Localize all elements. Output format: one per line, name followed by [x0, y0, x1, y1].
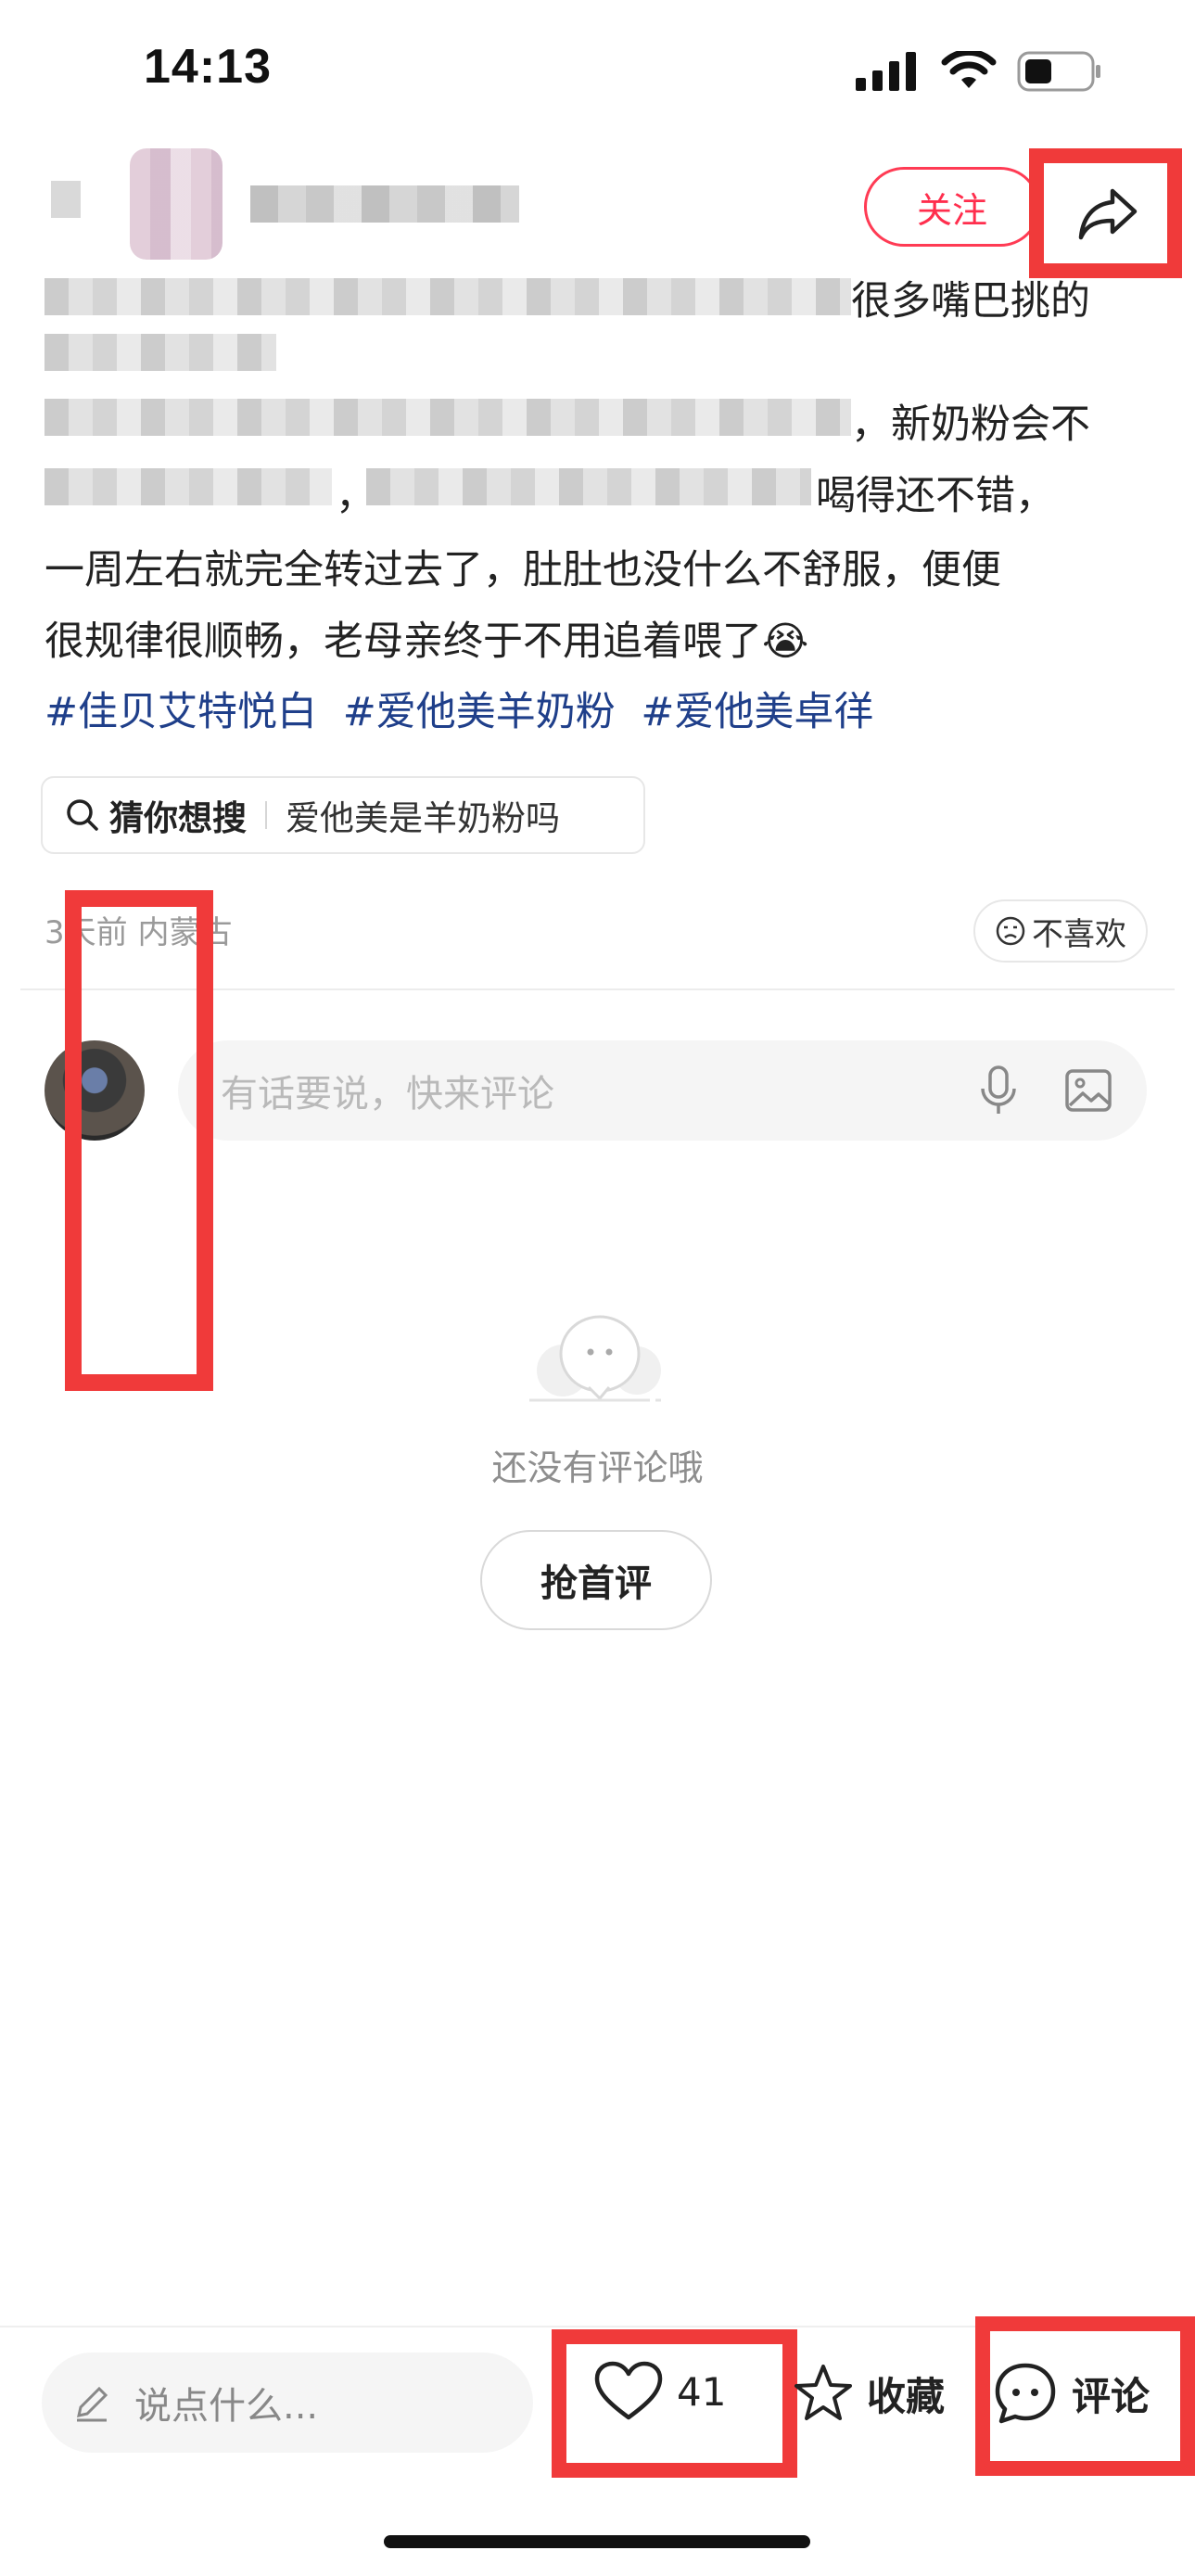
dislike-label: 不喜欢 [1032, 915, 1126, 953]
post-text-line5: 一周左右就完全转过去了，肚肚也没什么不舒服，便便 [44, 547, 1001, 593]
blurred-text [44, 278, 851, 315]
signal-icon [856, 52, 916, 91]
blurred-back-area [51, 181, 81, 218]
suggestion-title: 猜你想搜 [109, 798, 247, 838]
highlight-box-vertical [65, 890, 213, 1391]
status-time: 14:13 [144, 40, 272, 94]
hashtag[interactable]: #爱他美卓徉 [641, 689, 873, 735]
post-text-line1-tail: 很多嘴巴挑的 [851, 278, 1090, 325]
image-icon[interactable] [1064, 1068, 1112, 1113]
chat-bubble-icon [529, 1315, 667, 1402]
collect-button[interactable]: 收藏 [793, 2363, 945, 2424]
pencil-icon [77, 2386, 108, 2422]
suggestion-query: 爱他美是羊奶粉吗 [286, 798, 560, 838]
collect-label: 收藏 [867, 2373, 946, 2419]
wifi-icon [941, 51, 997, 88]
post-text-line3-tail: ，新奶粉会不 [851, 402, 1090, 448]
dislike-button[interactable]: 不喜欢 [973, 899, 1148, 963]
dislike-face-icon [996, 916, 1025, 946]
blurred-text [44, 334, 276, 371]
mic-icon[interactable] [975, 1065, 1022, 1116]
blurred-text [44, 468, 332, 505]
post-text-line6: 很规律很顺畅，老母亲终于不用追着喂了😭 [44, 618, 809, 665]
suggestion-divider [265, 801, 267, 829]
battery-icon [1017, 51, 1100, 92]
say-input-placeholder: 说点什么... [134, 2385, 319, 2428]
status-icons [856, 48, 1102, 95]
author-name-blurred[interactable] [250, 185, 519, 223]
status-bar: 14:13 [0, 0, 1195, 139]
search-suggestion-chip[interactable]: 猜你想搜 爱他美是羊奶粉吗 [41, 776, 645, 854]
author-avatar[interactable] [130, 148, 222, 260]
first-comment-button[interactable]: 抢首评 [480, 1530, 712, 1630]
post-text-line4-tail: 喝得还不错， [816, 473, 1055, 519]
share-highlight-box [1029, 148, 1182, 278]
empty-comments-text: 还没有评论哦 [491, 1447, 704, 1488]
say-something-input[interactable]: 说点什么... [42, 2353, 533, 2453]
highlight-box-comment [975, 2316, 1195, 2476]
blurred-text [44, 399, 851, 436]
blurred-text [366, 468, 811, 505]
note-detail-page: 14:13 关注 很多嘴巴挑的 ，新奶粉会不 ， 喝得还不错， 一周左右就完全转… [0, 0, 1195, 2576]
highlight-box-like [552, 2329, 797, 2478]
hashtag[interactable]: #爱他美羊奶粉 [343, 689, 616, 735]
hashtag[interactable]: #佳贝艾特悦白 [44, 689, 317, 735]
post-text-line4-mid: ， [336, 473, 375, 519]
hashtag-list: #佳贝艾特悦白 #爱他美羊奶粉 #爱他美卓徉 [44, 677, 886, 747]
star-icon [795, 2365, 852, 2420]
home-indicator [384, 2535, 810, 2548]
search-icon [67, 799, 98, 831]
follow-button[interactable]: 关注 [864, 167, 1040, 247]
comment-input-placeholder: 有话要说，快来评论 [221, 1073, 554, 1116]
